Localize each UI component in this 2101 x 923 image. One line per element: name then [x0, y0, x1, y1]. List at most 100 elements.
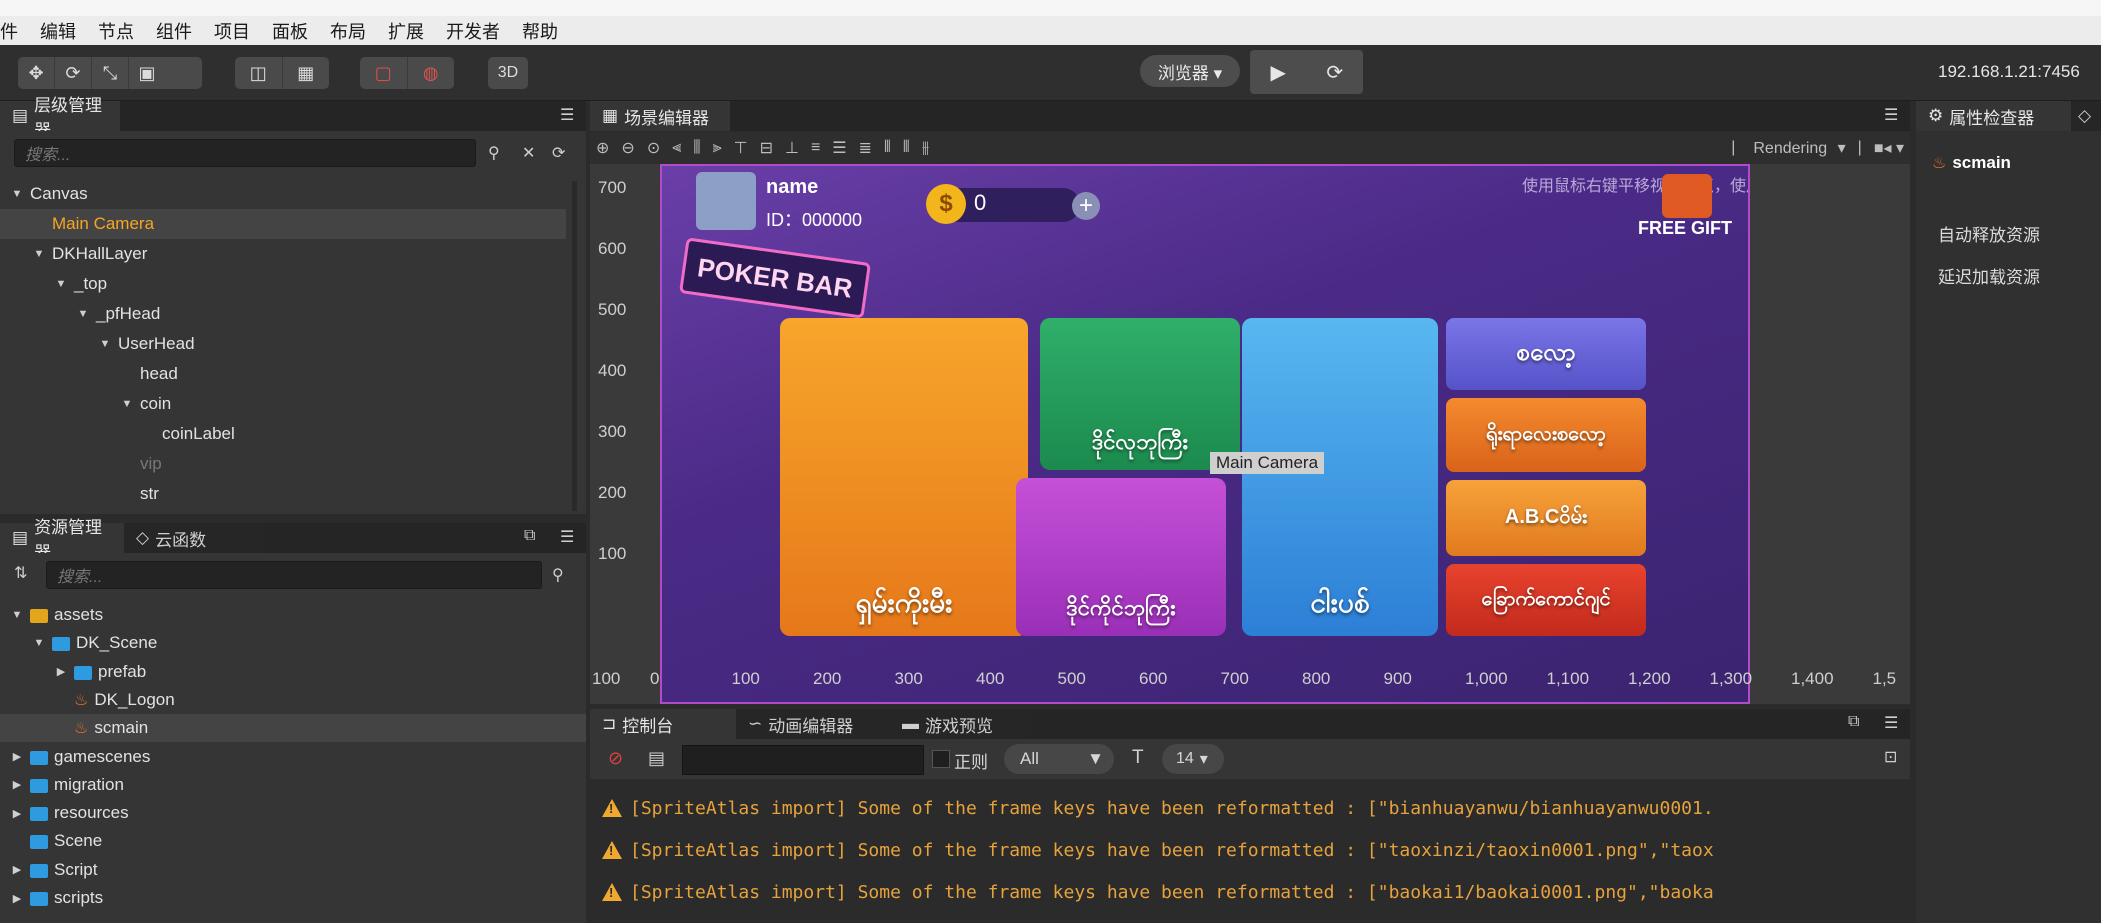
tab-console[interactable]: ⊐ 控制台	[590, 709, 736, 739]
expand-arrow-icon[interactable]: ▶	[10, 750, 24, 763]
asset-item[interactable]: ▶ resources	[0, 799, 586, 827]
game-canvas-frame[interactable]: name ID：000000 $ 0 + 使用鼠标右键平移视图焦点，使用滚轮缩放…	[660, 164, 1750, 704]
popout-icon[interactable]: ⧉	[1848, 713, 1859, 731]
distribute-bottom-icon[interactable]: ≣	[859, 138, 872, 158]
game-card-2[interactable]: ဒိုင်လုဘုကြီး	[1040, 318, 1240, 470]
hierarchy-node[interactable]: ▼ DKHallLayer	[0, 239, 566, 269]
expand-arrow-icon[interactable]: ▶	[10, 892, 24, 905]
expand-arrow-icon[interactable]: ▼	[54, 278, 68, 290]
distribute-center-icon[interactable]: ⦀	[903, 139, 910, 157]
local-icon[interactable]: ▦	[281, 57, 330, 89]
console-filter-input[interactable]	[682, 745, 924, 775]
tab-animation[interactable]: ∽ 动画编辑器	[736, 709, 890, 739]
expand-arrow-icon[interactable]: ▶	[10, 863, 24, 876]
asset-item[interactable]: ▼ DK_Scene	[0, 629, 586, 657]
popout-icon[interactable]: ⧉	[524, 527, 535, 545]
game-card-4[interactable]: ငါးပစ်	[1242, 318, 1438, 636]
align-left-icon[interactable]: ⫷	[672, 139, 681, 157]
asset-item[interactable]: ▶ prefab	[0, 658, 586, 686]
zoom-in-icon[interactable]: ⊕	[596, 138, 609, 158]
zoom-reset-icon[interactable]: ⊙	[647, 138, 660, 158]
hierarchy-node[interactable]: ▼ coin	[0, 389, 566, 419]
collapse-console-icon[interactable]: ⊡	[1884, 747, 1897, 767]
hierarchy-search-input[interactable]: 搜索...	[14, 139, 476, 167]
play-icon[interactable]: ▶	[1250, 50, 1307, 94]
zoom-out-icon[interactable]: ⊖	[621, 138, 634, 158]
hierarchy-menu-icon[interactable]: ☰	[560, 105, 574, 125]
scene-menu-icon[interactable]: ☰	[1884, 105, 1898, 125]
hierarchy-node[interactable]: ▼ Canvas	[0, 179, 566, 209]
scale-tool-icon[interactable]: ⤡	[91, 57, 128, 89]
assets-menu-icon[interactable]: ☰	[560, 527, 574, 547]
expand-arrow-icon[interactable]: ▼	[120, 398, 134, 410]
tab-assets[interactable]: ▤ 资源管理器	[0, 518, 124, 562]
regex-checkbox[interactable]	[932, 750, 950, 768]
frame-icon[interactable]: ▢	[360, 57, 407, 89]
3d-toggle[interactable]: 3D	[488, 57, 528, 89]
distribute-top-icon[interactable]: ≡	[811, 139, 820, 157]
align-bottom-icon[interactable]: ⊥	[785, 138, 799, 158]
asset-item[interactable]: ▶ Script	[0, 856, 586, 884]
tab-scene[interactable]: ▦ 场景编辑器	[590, 101, 730, 131]
distribute-right-icon[interactable]: ⫵	[922, 139, 929, 157]
game-card-3[interactable]: ဒိုင်ကိုင်ဘုကြီး	[1016, 478, 1226, 636]
hierarchy-node[interactable]: ▼ UserHead	[0, 329, 566, 359]
asset-item[interactable]: ♨ DK_Logon	[0, 686, 586, 714]
console-log-row[interactable]: [SpriteAtlas import] Some of the frame k…	[590, 829, 1910, 871]
search-icon[interactable]: ⚲	[488, 143, 500, 163]
menu-extension[interactable]: 扩展	[388, 18, 424, 44]
asset-item[interactable]: ▶ migration	[0, 771, 586, 799]
side-card-2[interactable]: ရိုးရာလေးစလော့	[1446, 398, 1646, 472]
add-coin-button[interactable]: +	[1072, 192, 1100, 220]
distribute-left-icon[interactable]: ⫴	[884, 139, 891, 157]
tab-game-preview[interactable]: ▬ 游戏预览	[890, 709, 1030, 739]
scene-viewport[interactable]: 700 600 500 400 300 200 100 name ID：000000 $ 0…	[590, 164, 1910, 704]
refresh-icon[interactable]: ⟳	[552, 143, 565, 163]
log-level-select[interactable]: All ▼	[1004, 744, 1114, 774]
asset-item[interactable]: ▶ scripts	[0, 884, 586, 912]
pivot-icon[interactable]: ◫	[235, 57, 282, 89]
console-log-row[interactable]: [SpriteAtlas import] Some of the frame k…	[590, 787, 1910, 829]
distribute-middle-icon[interactable]: ☰	[832, 138, 846, 158]
tab-hierarchy[interactable]: ▤ 层级管理器	[0, 96, 120, 140]
align-top-icon[interactable]: ⊤	[734, 138, 748, 158]
asset-item[interactable]: ▼ assets	[0, 601, 586, 629]
assets-search-input[interactable]: 搜索...	[46, 561, 542, 589]
rotate-tool-icon[interactable]: ⟳	[54, 57, 91, 89]
collapse-icon[interactable]: ✕	[522, 143, 535, 163]
asset-item[interactable]: ♨ scmain	[0, 714, 586, 743]
font-size-select[interactable]: 14 ▾	[1162, 744, 1224, 774]
expand-arrow-icon[interactable]: ▼	[10, 188, 24, 200]
console-log-row[interactable]: [SpriteAtlas import] Some of the frame k…	[590, 871, 1910, 913]
move-tool-icon[interactable]: ✥	[18, 57, 54, 89]
refresh-icon[interactable]: ⟳	[1307, 50, 1364, 94]
expand-arrow-icon[interactable]: ▶	[54, 665, 68, 678]
expand-arrow-icon[interactable]: ▼	[98, 338, 112, 350]
log-file-icon[interactable]: ▤	[648, 748, 665, 769]
expand-arrow-icon[interactable]: ▶	[10, 778, 24, 791]
align-middle-icon[interactable]: ⊟	[760, 138, 773, 158]
menu-component[interactable]: 组件	[156, 18, 192, 44]
menu-node[interactable]: 节点	[98, 18, 134, 44]
menu-developer[interactable]: 开发者	[446, 18, 500, 44]
hierarchy-node[interactable]: Main Camera	[0, 209, 566, 239]
search-icon[interactable]: ⚲	[552, 565, 564, 585]
lazy-load-option[interactable]: 延迟加载资源	[1938, 263, 2040, 288]
hierarchy-node[interactable]: vip	[0, 449, 566, 479]
expand-arrow-icon[interactable]: ▼	[32, 248, 46, 260]
hierarchy-node[interactable]: head	[0, 359, 566, 389]
hierarchy-scrollbar[interactable]	[572, 181, 577, 511]
expand-arrow-icon[interactable]: ▶	[10, 807, 24, 820]
menu-layout[interactable]: 布局	[330, 18, 366, 44]
camera-select-icon[interactable]: ■◂ ▾	[1874, 138, 1904, 158]
asset-item[interactable]: Scene	[0, 827, 586, 855]
hierarchy-node[interactable]: ▼ _pfHead	[0, 299, 566, 329]
side-card-1[interactable]: စလော့	[1446, 318, 1646, 390]
hierarchy-node[interactable]: str	[0, 479, 566, 509]
side-card-3[interactable]: A.B.Cဝိမ်း	[1446, 480, 1646, 556]
hierarchy-node[interactable]: ▼ _top	[0, 269, 566, 299]
menu-help[interactable]: 帮助	[522, 18, 558, 44]
game-card-1[interactable]: ရှမ်းကိုးမီး	[780, 318, 1028, 636]
tab-cloud[interactable]: ◇ 云函数	[124, 523, 264, 553]
expand-arrow-icon[interactable]: ▼	[32, 637, 46, 649]
